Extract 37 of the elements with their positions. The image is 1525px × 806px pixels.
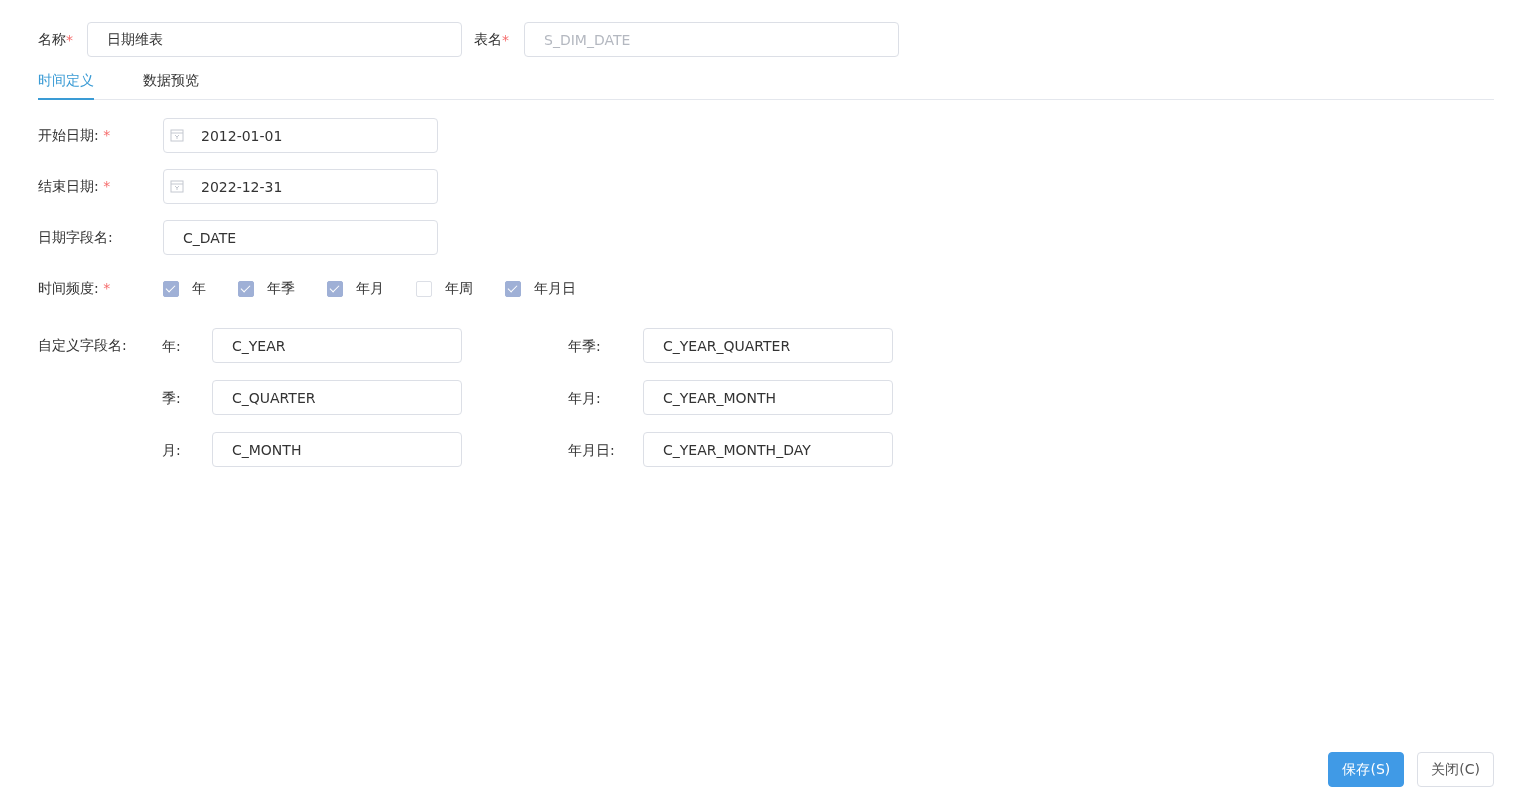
field-label: 月: bbox=[162, 440, 182, 460]
date-field[interactable]: 2022-12-31 bbox=[163, 169, 438, 204]
input-field[interactable]: C_QUARTER bbox=[212, 380, 462, 415]
field-label: 开始日期: * bbox=[38, 126, 112, 145]
calendar-icon[interactable] bbox=[170, 128, 184, 142]
checkbox-label: 年月日 bbox=[534, 279, 576, 298]
field-label: 表名* bbox=[474, 30, 510, 49]
field-label: 年季: bbox=[568, 336, 602, 356]
checkbox-label: 年周 bbox=[445, 279, 473, 298]
input-field[interactable]: C_YEAR_MONTH_DAY bbox=[643, 432, 893, 467]
checkbox[interactable] bbox=[327, 280, 343, 297]
close-button[interactable]: 关闭(C) bbox=[1417, 752, 1494, 787]
field-label: 名称* bbox=[38, 30, 74, 49]
field-label: 季: bbox=[162, 388, 182, 408]
input-field[interactable]: C_YEAR_MONTH bbox=[643, 380, 893, 415]
checkbox-label: 年 bbox=[192, 279, 206, 298]
input-field[interactable]: C_YEAR_QUARTER bbox=[643, 328, 893, 363]
checkbox[interactable] bbox=[163, 280, 179, 297]
field-label: 年月: bbox=[568, 388, 602, 408]
date-field[interactable]: 2012-01-01 bbox=[163, 118, 438, 153]
tab[interactable]: 数据预览 bbox=[143, 66, 199, 100]
checkbox-label: 年月 bbox=[356, 279, 384, 298]
field-label: 时间频度: * bbox=[38, 279, 112, 298]
checkbox-label: 年季 bbox=[267, 279, 295, 298]
name-field[interactable]: 日期维表 bbox=[87, 22, 462, 57]
field-label: 年月日: bbox=[568, 440, 616, 460]
input-field[interactable]: C_DATE bbox=[163, 220, 438, 255]
checkbox[interactable] bbox=[505, 280, 521, 297]
checkbox[interactable] bbox=[238, 280, 254, 297]
field-label: 结束日期: * bbox=[38, 177, 112, 196]
field-label: 自定义字段名: bbox=[38, 336, 128, 355]
field-label: 年: bbox=[162, 336, 182, 356]
input-field[interactable]: C_MONTH bbox=[212, 432, 462, 467]
calendar-icon[interactable] bbox=[170, 179, 184, 193]
input-field[interactable]: C_YEAR bbox=[212, 328, 462, 363]
field-label: 日期字段名: bbox=[38, 228, 114, 247]
checkbox[interactable] bbox=[416, 280, 432, 297]
